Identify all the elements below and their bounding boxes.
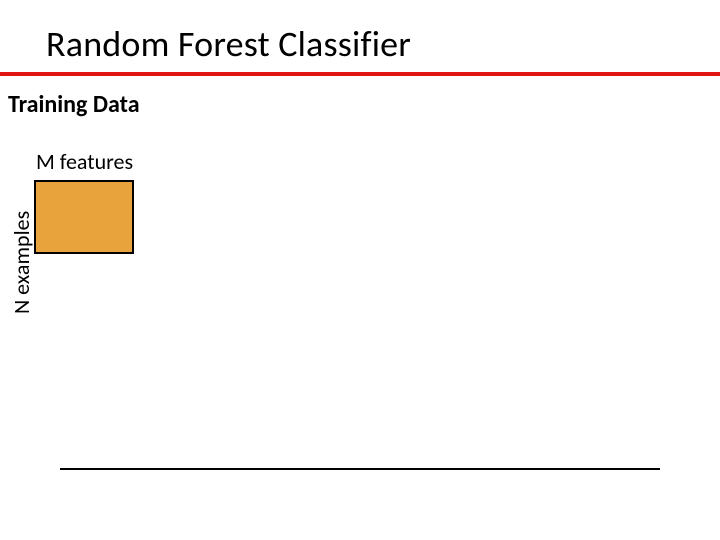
- section-label: Training Data: [8, 90, 140, 119]
- rows-label: N examples: [8, 211, 35, 314]
- slide-title: Random Forest Classifier: [46, 22, 411, 66]
- title-underline: [0, 72, 720, 76]
- slide: Random Forest Classifier Training Data M…: [0, 0, 720, 540]
- columns-label: M features: [36, 148, 133, 175]
- footer-divider: [60, 468, 660, 470]
- data-matrix-box: [34, 180, 134, 254]
